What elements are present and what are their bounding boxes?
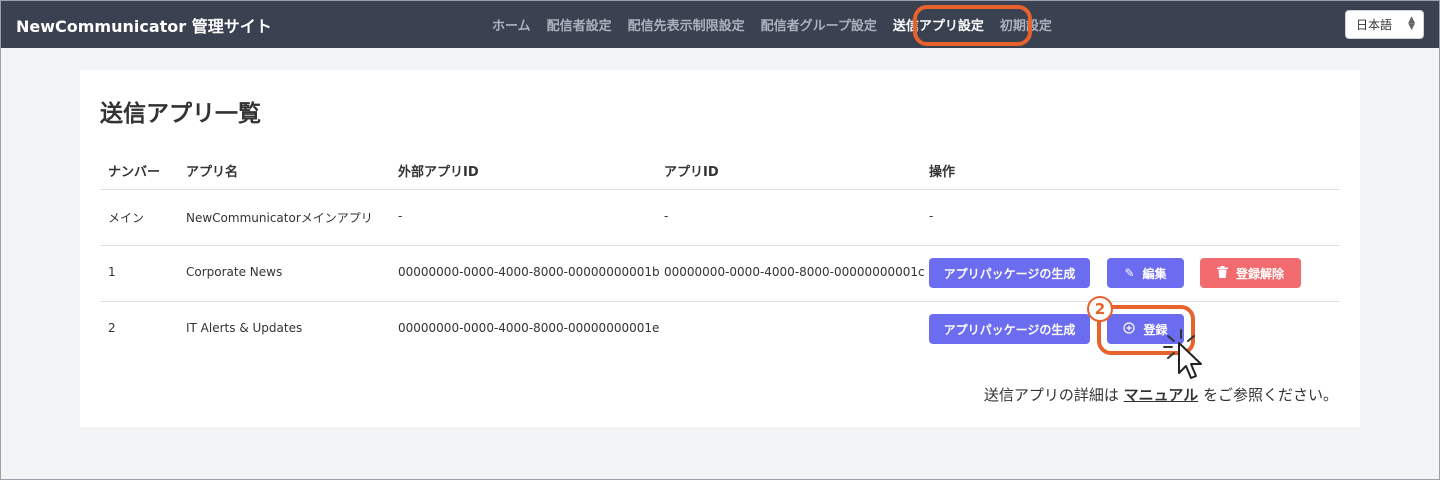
nav-item-initial-settings[interactable]: 初期設定	[1000, 15, 1052, 34]
cell-app-id: -	[664, 209, 669, 223]
cell-app-name: NewCommunicatorメインアプリ	[186, 211, 373, 225]
generate-package-button[interactable]: アプリパッケージの生成	[929, 258, 1090, 288]
cell-actions: -	[929, 209, 934, 223]
pointer-cursor-icon	[1158, 328, 1218, 392]
edit-button[interactable]: ✎ 編集	[1107, 258, 1184, 288]
cell-number: 2	[108, 321, 116, 335]
language-select[interactable]: 日本語 ▲ ▼	[1345, 10, 1424, 39]
table-header-row: ナンバー アプリ名 外部アプリID アプリID 操作	[100, 152, 1340, 190]
trash-icon	[1216, 265, 1228, 281]
cell-number: 1	[108, 265, 116, 279]
cell-external-app-id: -	[398, 209, 403, 223]
select-updown-icon: ▲ ▼	[1408, 15, 1415, 32]
cell-number: メイン	[108, 211, 145, 225]
nav-item-distributor-groups[interactable]: 配信者グループ設定	[761, 15, 877, 34]
table-row: 2 IT Alerts & Updates 00000000-0000-4000…	[100, 302, 1340, 358]
unregister-label: 登録解除	[1235, 266, 1284, 281]
main-nav: ホーム 配信者設定 配信先表示制限設定 配信者グループ設定 送信アプリ設定 初期…	[492, 0, 1068, 48]
site-brand[interactable]: NewCommunicator 管理サイト	[16, 13, 272, 37]
nav-item-home[interactable]: ホーム	[492, 15, 531, 34]
column-header-actions: 操作	[929, 165, 956, 180]
nav-item-distributor-settings[interactable]: 配信者設定	[547, 15, 612, 34]
generate-package-label: アプリパッケージの生成	[943, 322, 1076, 337]
generate-package-label: アプリパッケージの生成	[943, 266, 1076, 281]
top-navbar: NewCommunicator 管理サイト ホーム 配信者設定 配信先表示制限設…	[0, 0, 1440, 48]
cell-app-name: IT Alerts & Updates	[186, 321, 303, 335]
manual-note-suffix: をご参照ください。	[1202, 386, 1338, 404]
step-badge: 2	[1087, 296, 1113, 322]
cell-app-name: Corporate News	[186, 265, 283, 279]
page-title: 送信アプリ一覧	[100, 101, 261, 127]
language-select-value: 日本語	[1356, 18, 1393, 32]
nav-item-sending-apps[interactable]: 送信アプリ設定	[893, 15, 984, 34]
table-row: メイン NewCommunicatorメインアプリ - - -	[100, 190, 1340, 246]
pencil-icon: ✎	[1124, 266, 1135, 280]
manual-note-prefix: 送信アプリの詳細は	[983, 386, 1119, 404]
column-header-app-id: アプリID	[664, 165, 719, 180]
cell-app-id: 00000000-0000-4000-8000-00000000001c	[664, 265, 925, 279]
unregister-button[interactable]: 登録解除	[1200, 258, 1301, 288]
apps-table: ナンバー アプリ名 外部アプリID アプリID 操作 メイン NewCommun…	[100, 152, 1340, 358]
edit-label: 編集	[1142, 266, 1167, 281]
cell-external-app-id: 00000000-0000-4000-8000-00000000001b	[398, 265, 660, 279]
column-header-external-app-id: 外部アプリID	[398, 165, 479, 180]
plus-circle-icon	[1123, 321, 1136, 337]
nav-item-destination-restrictions[interactable]: 配信先表示制限設定	[628, 15, 745, 34]
column-header-number: ナンバー	[108, 165, 161, 180]
column-header-app-name: アプリ名	[186, 165, 239, 180]
cell-external-app-id: 00000000-0000-4000-8000-00000000001e	[398, 321, 660, 335]
generate-package-button[interactable]: アプリパッケージの生成	[929, 314, 1090, 344]
table-row: 1 Corporate News 00000000-0000-4000-8000…	[100, 246, 1340, 302]
